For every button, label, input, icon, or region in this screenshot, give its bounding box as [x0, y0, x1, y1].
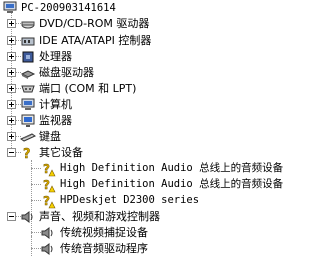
tree-item-label: 监视器 [39, 114, 72, 127]
collapse-toggle[interactable] [7, 212, 16, 221]
tree-item-label: DVD/CD-ROM 驱动器 [39, 17, 150, 30]
tree-child-audio-driver[interactable]: 传统音频驱动程序 [0, 240, 289, 258]
tree-item-dvd-cdrom[interactable]: DVD/CD-ROM 驱动器 [0, 15, 289, 33]
tree-item-label: 键盘 [39, 130, 61, 143]
sound-device-icon [40, 225, 56, 241]
root-label: PC-200903141614 [21, 2, 116, 14]
expand-toggle[interactable] [7, 116, 16, 125]
tree-item-label: 传统音频驱动程序 [60, 242, 148, 255]
expand-toggle[interactable] [7, 68, 16, 77]
collapse-toggle[interactable] [7, 148, 16, 157]
monitor-icon [20, 113, 36, 129]
svg-text:?: ? [23, 147, 31, 161]
device-tree: PC-200903141614 DVD/CD-ROM 驱动器 IDE ATA/A… [0, 0, 289, 256]
svg-text:?: ? [43, 194, 50, 208]
tree-item-label: 计算机 [39, 98, 72, 111]
sound-device-icon [40, 241, 56, 257]
tree-item-label: 传统视频捕捉设备 [60, 226, 148, 239]
tree-item-label: IDE ATA/ATAPI 控制器 [39, 34, 152, 47]
tree-item-label: 端口 (COM 和 LPT) [39, 82, 137, 95]
computer-icon [20, 97, 36, 113]
expand-toggle[interactable] [7, 19, 16, 28]
processor-icon [20, 49, 36, 65]
expand-toggle[interactable] [7, 84, 16, 93]
disk-drive-icon [20, 65, 36, 81]
tree-item-label: High Definition Audio 总线上的音频设备 [60, 178, 284, 190]
tree-item-label: 其它设备 [39, 146, 83, 159]
ide-controller-icon [20, 33, 36, 49]
svg-text:?: ? [43, 162, 50, 176]
keyboard-icon [19, 129, 37, 145]
tree-item-label: HPDeskjet D2300 series [60, 194, 200, 206]
expand-toggle[interactable] [7, 132, 16, 141]
svg-text:?: ? [43, 178, 50, 192]
computer-icon [2, 0, 18, 16]
tree-item-label: 磁盘驱动器 [39, 66, 94, 79]
warning-device-icon: ? [40, 161, 56, 177]
sound-icon [20, 209, 36, 225]
tree-item-label: High Definition Audio 总线上的音频设备 [60, 162, 284, 174]
tree-item-label: 声音、视频和游戏控制器 [39, 210, 160, 223]
cdrom-icon [20, 16, 36, 32]
warning-device-icon: ? [40, 193, 56, 209]
port-icon [20, 81, 36, 97]
unknown-device-icon: ? [20, 145, 36, 162]
expand-toggle[interactable] [7, 100, 16, 109]
expand-toggle[interactable] [7, 36, 16, 45]
tree-item-label: 处理器 [39, 50, 72, 63]
expand-toggle[interactable] [7, 52, 16, 61]
warning-device-icon: ? [40, 177, 56, 193]
